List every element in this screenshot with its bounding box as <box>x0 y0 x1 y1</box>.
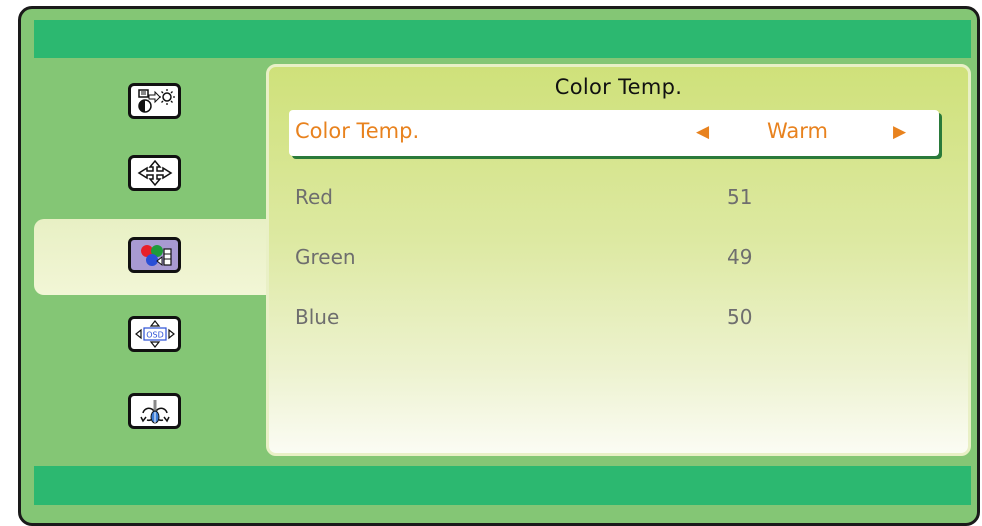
svg-text:OSD: OSD <box>146 331 164 340</box>
osd-position-icon[interactable]: OSD <box>128 316 181 352</box>
osd-window: OSD Color Temp. Color Temp. ◀ Warm ▶ Red… <box>18 6 980 526</box>
color-temp-value: Warm <box>767 119 829 143</box>
panel-title: Color Temp. <box>554 75 683 99</box>
increase-arrow-icon[interactable]: ▶ <box>893 122 906 142</box>
red-row[interactable]: Red 51 <box>295 185 752 215</box>
green-value: 49 <box>727 245 753 269</box>
bottom-bar <box>34 466 971 505</box>
reset-icon[interactable] <box>128 393 181 429</box>
blue-row[interactable]: Blue 50 <box>295 305 752 335</box>
position-icon[interactable] <box>128 155 181 191</box>
blue-value: 50 <box>727 305 753 329</box>
red-value: 51 <box>727 185 753 209</box>
green-row[interactable]: Green 49 <box>295 245 752 275</box>
top-bar <box>34 20 971 58</box>
color-icon[interactable] <box>128 237 181 273</box>
red-label: Red <box>295 185 333 209</box>
color-temp-label: Color Temp. <box>295 119 420 143</box>
green-label: Green <box>295 245 356 269</box>
blue-label: Blue <box>295 305 340 329</box>
color-temp-panel: Color Temp. Color Temp. ◀ Warm ▶ Red 51 … <box>266 64 971 456</box>
brightness-contrast-icon[interactable] <box>128 83 181 119</box>
color-temp-row[interactable]: Color Temp. ◀ Warm ▶ <box>289 110 939 156</box>
decrease-arrow-icon[interactable]: ◀ <box>696 122 709 142</box>
